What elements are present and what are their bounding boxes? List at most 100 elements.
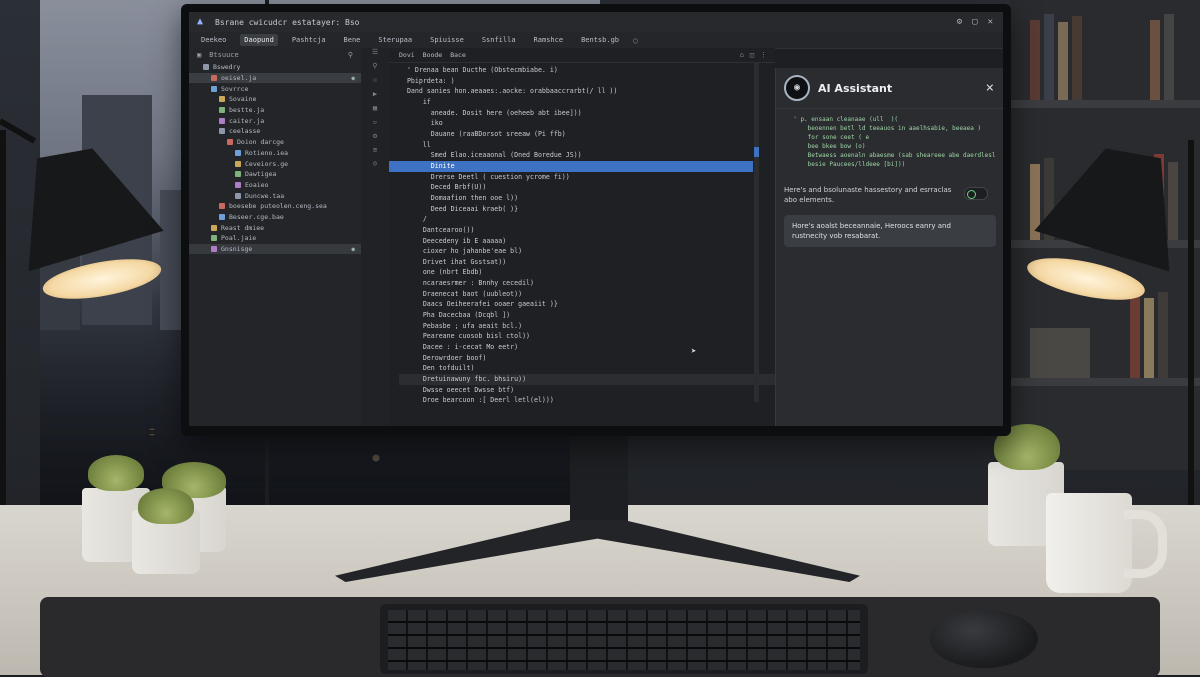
more-icon[interactable]: ⋮ — [760, 51, 767, 59]
file-tree-item[interactable]: bestte.ja — [189, 105, 361, 116]
close-icon[interactable]: × — [986, 80, 994, 96]
code-line: ll — [399, 140, 431, 149]
file-status-badge: ● — [351, 245, 355, 253]
file-tree-item[interactable]: Ceveiors.ge — [189, 158, 361, 169]
search-icon[interactable]: ⚲ — [361, 62, 389, 76]
menu-item[interactable]: Pashtcja — [288, 34, 330, 46]
monitor-stand-neck — [570, 430, 628, 525]
file-icon — [203, 64, 209, 71]
succulent — [88, 455, 144, 491]
file-tree-item[interactable]: Gnsnisge ● — [189, 243, 361, 255]
snippet-line: besie Paucees/lldeee [bi])) — [786, 161, 906, 168]
file-icon — [235, 149, 241, 156]
editor-tab[interactable]: Boode — [423, 51, 443, 59]
file-tree-item[interactable]: Doion darcge — [189, 137, 361, 148]
window-title: Bsrane cwicudcr estatayer: Bso — [215, 17, 360, 27]
file-tree-item[interactable]: Dawtigea — [189, 169, 361, 180]
code-line: Dwsse oeecet Dwsse btf) — [399, 385, 515, 394]
editor-scrollbar[interactable] — [754, 62, 759, 402]
file-tree: Bswedry oeisel.ja ● Sovrrce Sovaine bestte.ja… — [189, 62, 361, 255]
file-icon — [235, 171, 241, 178]
snippet-line: Betwaess aoenaln abaesme (sab sheareee a… — [786, 152, 996, 159]
app-logo-icon: ▲ — [197, 16, 204, 27]
menu-item[interactable]: Bene — [340, 34, 365, 46]
snippet-line: bee bkee bow (o) — [786, 143, 866, 150]
mug-handle — [1124, 510, 1167, 578]
code-line: ncaraesrmer : Bnnhy cecedil) — [399, 279, 534, 288]
file-tree-label: Sovrrce — [221, 84, 249, 93]
debug-icon[interactable]: ▶ — [361, 90, 389, 104]
book — [1044, 14, 1054, 100]
ai-message: Here's and bsolunaste hassestory and esr… — [784, 185, 996, 205]
menu-item[interactable]: Sterupaa — [374, 34, 416, 46]
ai-message-text: Here's and bsolunaste hassestory and esr… — [784, 186, 952, 204]
settings-icon[interactable]: ⚙ — [361, 132, 389, 146]
source-control-icon[interactable]: ☉ — [361, 76, 389, 90]
file-icon — [211, 85, 217, 92]
file-tree-item[interactable]: Duncwe.taa — [189, 190, 361, 201]
computer-mouse — [930, 610, 1038, 668]
lamp-arm-left — [0, 130, 6, 510]
book — [1164, 14, 1174, 100]
ai-toggle-switch[interactable] — [964, 187, 988, 200]
code-line: Draenecat baot (uubleot)) — [399, 289, 523, 298]
file-tree-label: Rotieno.iea — [245, 148, 289, 157]
menu-item[interactable]: Ramshce — [530, 34, 568, 46]
book-row — [1030, 10, 1190, 100]
folder-icon[interactable]: ▣ — [197, 51, 201, 59]
file-tree-item[interactable]: Sovaine — [189, 94, 361, 105]
file-tree-item[interactable]: oeisel.ja ● — [189, 72, 361, 84]
file-tree-item[interactable]: Bswedry — [189, 62, 361, 73]
account-icon[interactable]: ☺ — [361, 160, 389, 174]
editor-tab[interactable]: Dovi — [399, 51, 415, 59]
code-area[interactable]: ' Drenaa bean Ducthe (Obstecmbiabe. i) P… — [389, 63, 775, 406]
settings-icon[interactable]: ⚙ — [957, 17, 962, 27]
file-icon — [219, 203, 225, 210]
terminal-icon[interactable]: ≡ — [361, 146, 389, 160]
file-tree-label: Poal.jaie — [221, 234, 257, 243]
editor-tab[interactable]: Bace — [450, 51, 466, 59]
file-tree-item[interactable]: Reast dmiee — [189, 222, 361, 233]
file-icon — [219, 213, 225, 220]
file-tree-item[interactable]: Poal.jaie — [189, 233, 361, 244]
file-tree-label: caiter.ja — [229, 116, 265, 125]
explorer-icon[interactable]: ☰ — [361, 48, 389, 62]
file-tree-item[interactable]: caiter.ja — [189, 115, 361, 126]
code-editor: Dovi Boode Bace ⌂ ◫ ⋮ ' Drenaa bean Ducthe… — [389, 48, 775, 426]
keyboard — [380, 604, 868, 674]
file-tree-item[interactable]: Eoaieo — [189, 180, 361, 191]
file-tree-label: Beseer.cge.bae — [229, 212, 284, 221]
code-line: Drivet ihat Gsstsat)) — [399, 257, 507, 266]
file-tree-item[interactable]: Rotieno.iea — [189, 148, 361, 159]
code-line: Dinite — [389, 160, 753, 172]
menu-item[interactable]: Deekeo — [197, 34, 230, 46]
split-icon[interactable]: ◫ — [750, 51, 754, 59]
window-toggle-icon[interactable]: ▢ — [972, 17, 977, 27]
code-line: Dauane (raaBDorsot sreeaw (Pi ffb) — [399, 129, 566, 138]
menu-item[interactable]: Spiuisse — [426, 34, 468, 46]
file-explorer: ▣ Btsuuce ⚲ Bswedry oeisel.ja ● Sovrrce Sova… — [189, 48, 362, 426]
ai-response-bubble: Hore's aoalst beceannaie, Heroocs eanry … — [784, 215, 996, 247]
extensions-icon[interactable]: ▦ — [361, 104, 389, 118]
book-row — [1030, 288, 1190, 378]
file-tree-item[interactable]: Beseer.cge.bae — [189, 212, 361, 223]
code-line: Drerse Deetl ( cuestion ycrome fi)) — [399, 172, 570, 181]
file-tree-item[interactable]: boesebe puteolen.ceng.sea — [189, 201, 361, 212]
scrollbar-thumb[interactable] — [754, 147, 759, 157]
menu-item[interactable]: Ssnfilla — [478, 34, 520, 46]
close-window-icon[interactable]: ✕ — [988, 17, 993, 27]
menu-overflow-icon[interactable]: ○ — [633, 36, 638, 45]
file-tree-item[interactable]: Sovrrce — [189, 83, 361, 94]
search-icon[interactable]: ⚲ — [348, 51, 353, 59]
screen: ▲ Bsrane cwicudcr estatayer: Bso ⚙ ▢ ✕ D… — [189, 12, 1003, 426]
file-tree-item[interactable]: ceelasse — [189, 126, 361, 137]
menu-item[interactable]: Daopund — [240, 34, 278, 46]
code-line: Derowrdoer boof) — [399, 353, 487, 362]
file-icon[interactable]: ▫ — [361, 118, 389, 132]
code-line: Peareane cuosob bisl ctol)) — [399, 332, 531, 341]
code-line: if — [399, 97, 431, 106]
home-icon[interactable]: ⌂ — [740, 51, 744, 59]
code-line: Dacee : i-cecat Mo eetr) — [399, 343, 519, 352]
code-line: Den tofduilt) — [399, 364, 475, 373]
menu-item[interactable]: Bentsb.gb — [577, 34, 623, 46]
